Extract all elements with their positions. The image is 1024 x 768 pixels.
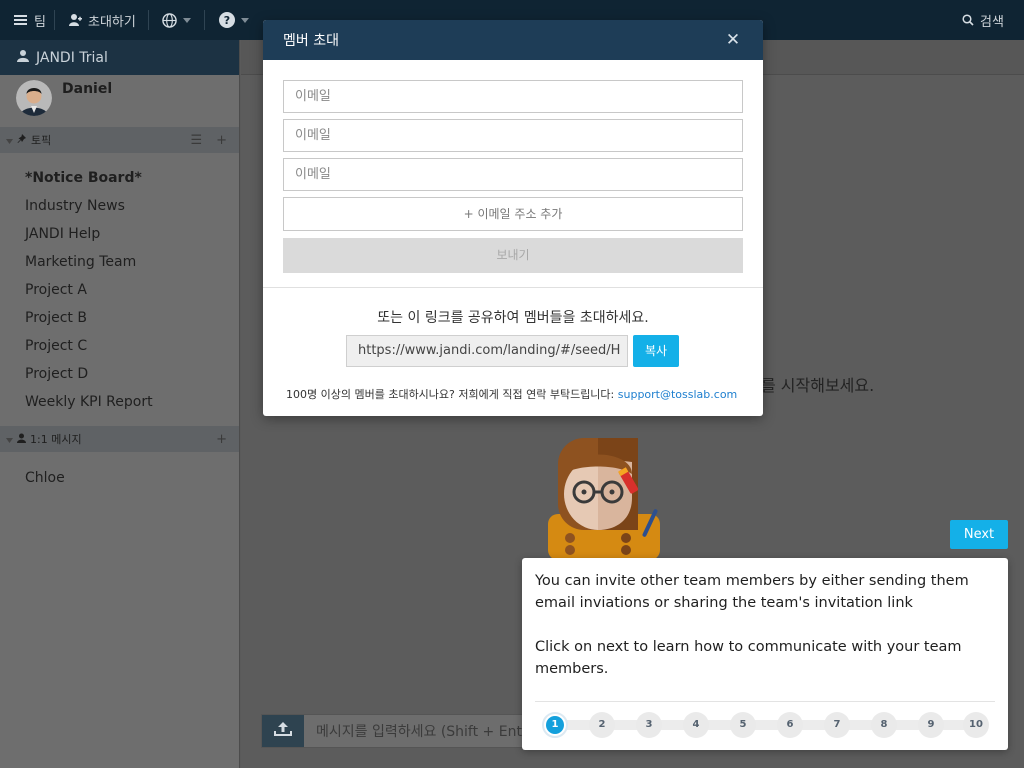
help-icon: ? [219,12,235,28]
step-dot[interactable]: 9 [918,712,944,738]
caret-down-icon [6,134,13,147]
dm-header[interactable]: 1:1 메시지 + [0,426,239,452]
step-dot[interactable]: 1 [542,712,568,738]
add-topic-icon[interactable]: + [216,133,227,148]
step-dot[interactable]: 7 [824,712,850,738]
topic-item[interactable]: Project C [0,332,239,360]
tour-paragraph: Click on next to learn how to communicat… [535,639,962,677]
topics-header-label: 토픽 [31,134,52,147]
support-email-link[interactable]: support@tosslab.com [618,388,738,401]
share-link-text: 또는 이 링크를 공유하여 멤버들을 초대하세요. [377,310,649,326]
caret-down-icon [241,17,249,23]
invite-button[interactable]: 초대하기 [68,0,136,40]
topic-item[interactable]: Industry News [0,192,239,220]
invite-label: 초대하기 [88,14,136,30]
user-profile[interactable]: Daniel [0,75,239,127]
team-name-bar[interactable]: JANDI Trial [0,40,239,75]
topic-item[interactable]: Project D [0,360,239,388]
step-dot[interactable]: 8 [871,712,897,738]
language-button[interactable] [162,0,191,40]
svg-text:?: ? [224,14,230,27]
modal-title: 멤버 초대 [283,33,339,49]
step-dot[interactable]: 4 [683,712,709,738]
search-icon [962,14,974,26]
team-name: JANDI Trial [36,49,108,66]
team-menu-button[interactable]: 팀 [14,0,46,40]
tour-text: You can invite other team members by eit… [535,570,993,680]
sidebar: JANDI Trial Daniel 토픽 ☰ + *Notice Board* [0,40,240,768]
dm-item[interactable]: Chloe [0,464,239,492]
topic-item[interactable]: Marketing Team [0,248,239,276]
email-field[interactable] [283,158,743,191]
step-dot[interactable]: 2 [589,712,615,738]
add-email-button[interactable]: + 이메일 주소 추가 [283,197,743,231]
upload-button[interactable] [262,715,304,747]
list-icon[interactable]: ☰ [190,133,202,148]
email-field[interactable] [283,119,743,152]
upload-icon [273,721,293,741]
tour-card: You can invite other team members by eit… [522,558,1008,750]
copy-button[interactable]: 복사 [633,335,679,367]
tour-illustration [548,438,660,560]
divider [54,10,55,30]
topic-item[interactable]: *Notice Board* [0,164,239,192]
close-icon[interactable]: ✕ [725,32,741,49]
topic-item[interactable]: Weekly KPI Report [0,388,239,416]
caret-down-icon [6,433,13,446]
team-icon [16,49,30,66]
tour-paragraph: You can invite other team members by eit… [535,573,969,611]
topic-item[interactable]: JANDI Help [0,220,239,248]
step-dot[interactable]: 6 [777,712,803,738]
avatar[interactable] [16,80,52,116]
divider [263,287,763,288]
invite-modal: 멤버 초대 ✕ + 이메일 주소 추가 보내기 또는 이 링크를 공유하여 멤버… [263,20,763,416]
step-dot[interactable]: 10 [963,712,989,738]
modal-header: 멤버 초대 ✕ [263,20,763,60]
topics-header[interactable]: 토픽 ☰ + [0,127,239,153]
team-menu-label: 팀 [34,14,46,30]
email-field[interactable] [283,80,743,113]
pin-icon [17,133,27,147]
modal-body: + 이메일 주소 추가 보내기 [263,60,763,273]
welcome-text: 를 시작해보세요. [761,376,875,395]
step-dot[interactable]: 5 [730,712,756,738]
add-dm-icon[interactable]: + [216,432,227,447]
divider [535,701,995,702]
topic-item[interactable]: Project B [0,304,239,332]
contact-line: 100명 이상의 멤버를 초대하시나요? 저희에게 직접 연락 부탁드립니다: … [286,386,737,402]
help-button[interactable]: ? [219,0,249,40]
user-icon [17,433,26,446]
contact-text: 100명 이상의 멤버를 초대하시나요? 저희에게 직접 연락 부탁드립니다: [286,388,615,401]
search-label: 검색 [980,14,1004,30]
send-button[interactable]: 보내기 [283,238,743,273]
search-button[interactable]: 검색 [962,0,1004,40]
step-dot[interactable]: 3 [636,712,662,738]
message-placeholder: 메시지를 입력하세요 (Shift + Ente [316,724,531,740]
dm-list: Chloe [0,452,239,492]
caret-down-icon [183,17,191,23]
topic-list: *Notice Board* Industry News JANDI Help … [0,153,239,416]
user-name: Daniel [62,81,113,97]
hamburger-icon [14,14,28,26]
next-button[interactable]: Next [950,520,1008,549]
divider [148,10,149,30]
invite-link-field[interactable]: https://www.jandi.com/landing/#/seed/H‍ [346,335,628,367]
topic-item[interactable]: Project A [0,276,239,304]
add-user-icon [68,13,82,27]
divider [204,10,205,30]
globe-icon [162,12,177,28]
dm-header-label: 1:1 메시지 [30,433,82,446]
